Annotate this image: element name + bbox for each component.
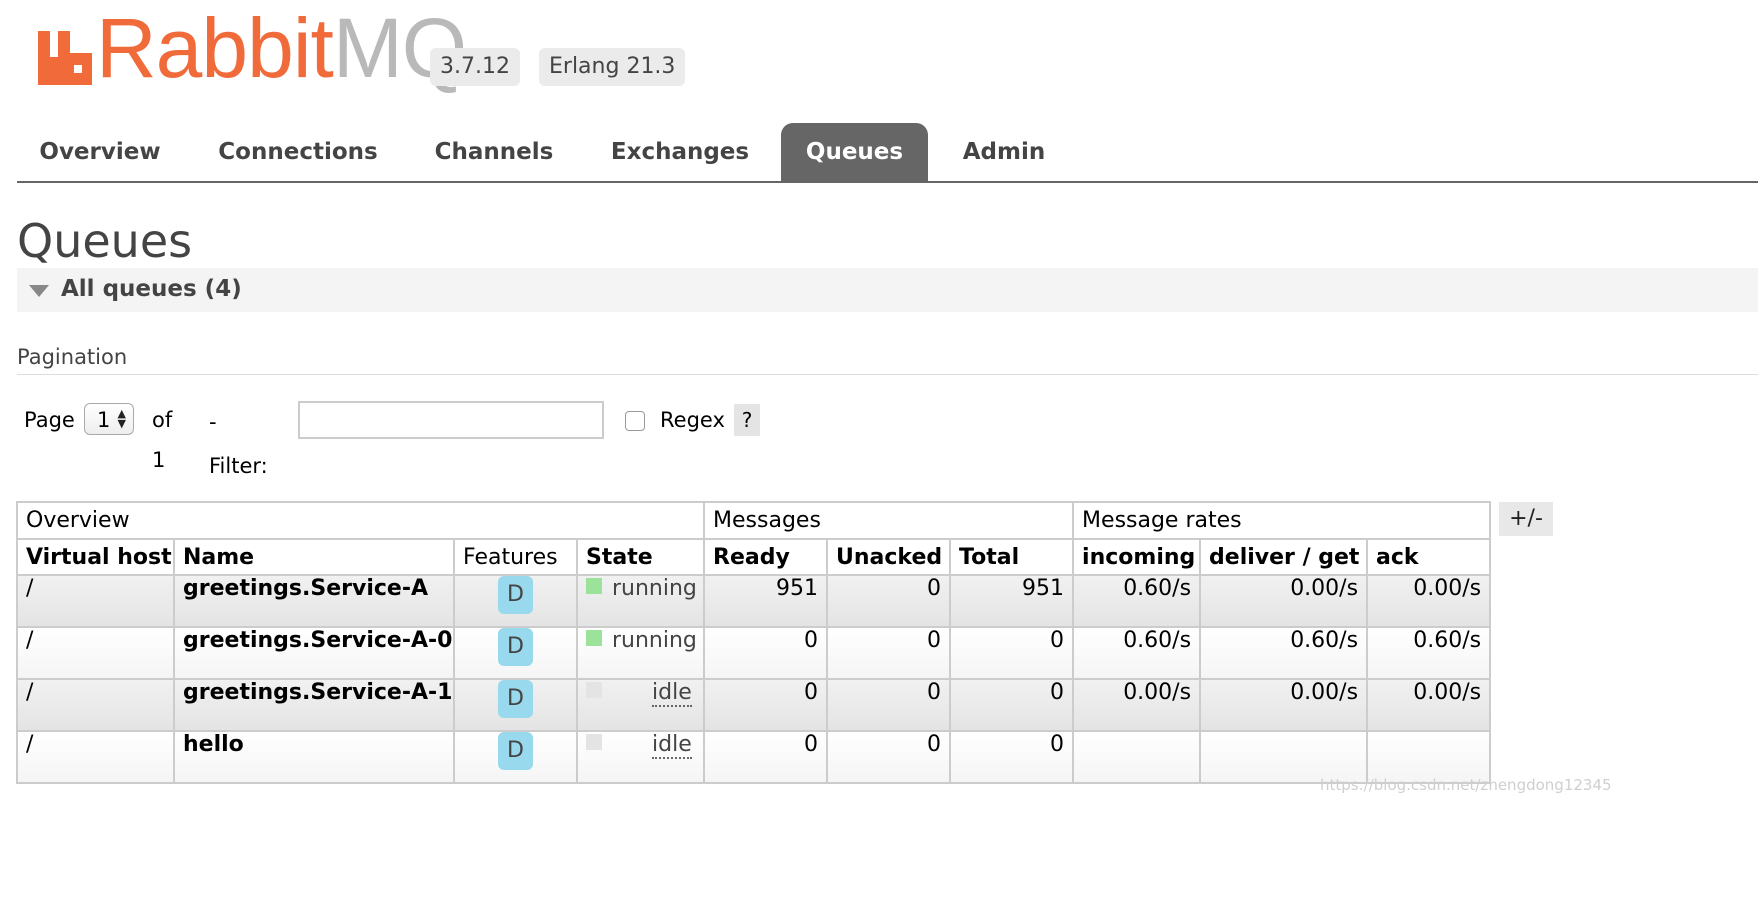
page-select[interactable]: 1 ▲ ▼	[84, 403, 134, 435]
cell-deliver-get: 0.00/s	[1199, 574, 1369, 628]
toggle-columns-button[interactable]: +/-	[1499, 502, 1553, 536]
cell-ready: 951	[703, 574, 829, 628]
divider	[17, 374, 1758, 375]
queue-name-link[interactable]: greetings.Service-A-0	[173, 626, 455, 680]
durable-feature-badge: D	[498, 629, 533, 666]
col-header-state[interactable]: State	[575, 538, 706, 576]
collapse-arrow-icon	[29, 285, 49, 297]
all-queues-section-toggle[interactable]: All queues (4)	[17, 268, 1758, 312]
group-header-overview: Overview	[15, 501, 706, 540]
filter-label: - Filter:	[209, 410, 268, 478]
cell-incoming: 0.60/s	[1072, 574, 1202, 628]
group-header-messages: Messages	[703, 501, 1075, 540]
col-header-total[interactable]: Total	[949, 538, 1075, 576]
erlang-version-badge: Erlang 21.3	[539, 48, 686, 86]
col-header-vhost[interactable]: Virtual host	[16, 538, 175, 576]
queue-name-link[interactable]: hello	[173, 730, 455, 784]
cell-unacked: 0	[826, 730, 952, 784]
section-label: All queues (4)	[61, 276, 242, 302]
cell-vhost: /	[16, 574, 175, 628]
cell-total: 0	[949, 626, 1075, 680]
durable-feature-badge: D	[498, 733, 533, 770]
col-header-unacked[interactable]: Unacked	[826, 538, 952, 576]
pagination-title: Pagination	[17, 345, 128, 369]
state-idle-indicator	[586, 734, 602, 750]
tab-queues[interactable]: Queues	[781, 123, 928, 181]
state-text[interactable]: idle	[652, 681, 692, 707]
cell-ready: 0	[703, 730, 829, 784]
cell-ready: 0	[703, 626, 829, 680]
cell-vhost: /	[16, 678, 175, 732]
cell-vhost: /	[16, 730, 175, 784]
durable-feature-badge: D	[498, 681, 533, 718]
filter-input[interactable]	[298, 401, 604, 439]
cell-total: 0	[949, 730, 1075, 784]
logo-text-rabbit: Rabbit	[96, 1, 334, 95]
tab-connections[interactable]: Connections	[206, 123, 390, 181]
cell-ack: 0.00/s	[1366, 678, 1492, 732]
tab-admin[interactable]: Admin	[947, 123, 1061, 181]
state-idle-indicator	[586, 682, 602, 698]
cell-deliver-get: 0.00/s	[1199, 678, 1369, 732]
table-row: / greetings.Service-A-0 D running 0 0 0 …	[16, 626, 1492, 680]
page-select-value: 1	[97, 408, 111, 432]
tab-overview[interactable]: Overview	[17, 123, 183, 181]
page-label: Page	[24, 408, 75, 432]
tab-channels[interactable]: Channels	[421, 123, 567, 181]
cell-unacked: 0	[826, 574, 952, 628]
col-header-features: Features	[453, 538, 578, 576]
select-arrows-icon: ▲ ▼	[117, 407, 126, 430]
tab-exchanges[interactable]: Exchanges	[599, 123, 761, 181]
cell-incoming: 0.00/s	[1072, 678, 1202, 732]
cell-unacked: 0	[826, 626, 952, 680]
table-row: / greetings.Service-A-1 D idle 0 0 0 0.0…	[16, 678, 1492, 732]
state-running-indicator	[586, 578, 602, 594]
regex-checkbox[interactable]	[625, 411, 645, 431]
col-header-deliver-get[interactable]: deliver / get	[1199, 538, 1369, 576]
state-running-indicator	[586, 630, 602, 646]
regex-help-button[interactable]: ?	[734, 404, 760, 436]
watermark-text: https://blog.csdn.net/zhengdong12345	[1320, 776, 1612, 794]
queues-table: Overview Messages Message rates Virtual …	[15, 501, 1492, 784]
state-text: running	[612, 628, 697, 653]
queue-name-link[interactable]: greetings.Service-A	[173, 574, 455, 628]
cell-total: 0	[949, 678, 1075, 732]
cell-ready: 0	[703, 678, 829, 732]
page-count-label: of 1	[152, 408, 173, 472]
rabbit-logo-icon	[38, 31, 92, 85]
cell-vhost: /	[16, 626, 175, 680]
table-row: / greetings.Service-A D running 951 0 95…	[16, 574, 1492, 628]
cell-incoming	[1072, 730, 1202, 784]
state-text: running	[612, 576, 697, 601]
queue-name-link[interactable]: greetings.Service-A-1	[173, 678, 455, 732]
cell-unacked: 0	[826, 678, 952, 732]
table-row: / hello D idle 0 0 0	[16, 730, 1492, 784]
version-badge: 3.7.12	[430, 48, 520, 86]
page-title: Queues	[17, 214, 193, 268]
cell-incoming: 0.60/s	[1072, 626, 1202, 680]
rabbitmq-logo: Rabbit MQ TM	[38, 6, 484, 90]
cell-ack: 0.00/s	[1366, 574, 1492, 628]
main-nav: Overview Connections Channels Exchanges …	[17, 123, 1758, 183]
cell-total: 951	[949, 574, 1075, 628]
group-header-message-rates: Message rates	[1072, 501, 1492, 540]
durable-feature-badge: D	[498, 577, 533, 614]
col-header-incoming[interactable]: incoming	[1072, 538, 1202, 576]
regex-label: Regex	[660, 408, 725, 432]
cell-ack: 0.60/s	[1366, 626, 1492, 680]
col-header-ready[interactable]: Ready	[703, 538, 829, 576]
cell-deliver-get: 0.60/s	[1199, 626, 1369, 680]
state-text[interactable]: idle	[652, 733, 692, 759]
col-header-ack[interactable]: ack	[1366, 538, 1492, 576]
col-header-name[interactable]: Name	[173, 538, 455, 576]
